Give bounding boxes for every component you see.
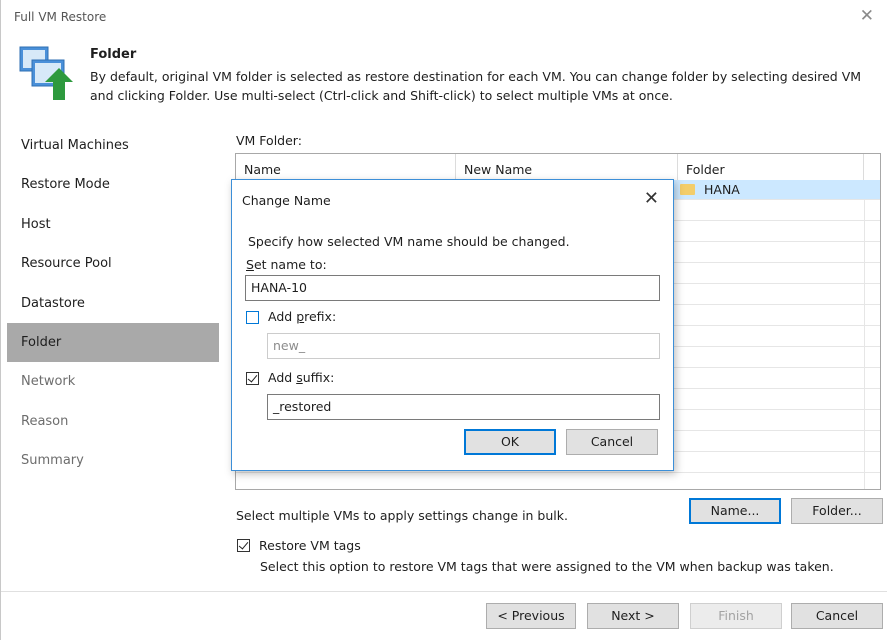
full-vm-restore-window: Full VM Restore ✕ Folder By default, ori… <box>0 0 887 640</box>
previous-button[interactable]: < Previous <box>486 603 576 629</box>
column-header-name[interactable]: Name <box>236 154 456 180</box>
add-suffix-checkbox[interactable] <box>246 372 259 385</box>
suffix-input[interactable]: _restored <box>267 394 660 420</box>
checkmark-icon <box>247 372 258 383</box>
nav-item-restore-mode[interactable]: Restore Mode <box>7 165 219 204</box>
nav-item-summary: Summary <box>21 453 84 469</box>
add-prefix-checkbox[interactable] <box>246 311 259 324</box>
add-prefix-label: Add prefix: <box>268 309 337 324</box>
nav-item-folder[interactable]: Folder <box>7 322 219 363</box>
change-name-dialog: Change Name ✕ Specify how selected VM na… <box>231 179 674 471</box>
dialog-instruction: Specify how selected VM name should be c… <box>248 234 570 249</box>
folder-button[interactable]: Folder... <box>791 498 883 524</box>
vm-folder-label: VM Folder: <box>236 133 302 148</box>
cancel-button[interactable]: Cancel <box>791 603 883 629</box>
nav-item-datastore[interactable]: Datastore <box>7 284 219 323</box>
add-suffix-label: Add suffix: <box>268 370 335 385</box>
prefix-input: new_ <box>267 333 660 359</box>
footer-divider <box>1 591 887 592</box>
close-icon[interactable]: ✕ <box>644 188 659 209</box>
next-button[interactable]: Next > <box>587 603 679 629</box>
restore-tags-checkbox[interactable] <box>237 539 250 552</box>
nav-item-resource-pool[interactable]: Resource Pool <box>7 244 219 283</box>
table-row <box>236 468 880 488</box>
bulk-hint: Select multiple VMs to apply settings ch… <box>236 508 568 523</box>
folder-restore-icon <box>19 46 73 100</box>
ok-button[interactable]: OK <box>464 429 556 455</box>
wizard-nav: Virtual Machines Restore Mode Host Resou… <box>7 126 219 481</box>
name-button[interactable]: Name... <box>689 498 781 524</box>
set-name-input[interactable]: HANA-10 <box>245 275 660 301</box>
page-title: Folder <box>90 47 137 62</box>
nav-item-network: Network <box>21 374 76 390</box>
nav-item-virtual-machines[interactable]: Virtual Machines <box>7 126 219 165</box>
nav-item-host[interactable]: Host <box>7 205 219 244</box>
set-name-label: Set name to: <box>246 257 327 272</box>
nav-item-reason: Reason <box>21 413 69 429</box>
table-header: Name New Name Folder <box>236 154 880 180</box>
close-icon[interactable]: ✕ <box>860 8 874 25</box>
folder-icon <box>680 184 695 195</box>
column-header-new-name[interactable]: New Name <box>456 154 678 180</box>
row-folder-label: HANA <box>704 182 740 197</box>
restore-tags-label: Restore VM tags <box>259 538 361 553</box>
checkmark-icon <box>238 539 249 550</box>
row-folder: HANA <box>678 180 864 200</box>
finish-button: Finish <box>690 603 782 629</box>
dialog-cancel-button[interactable]: Cancel <box>566 429 658 455</box>
dialog-title: Change Name <box>242 193 331 208</box>
title-bar: Full VM Restore ✕ <box>1 0 887 34</box>
column-header-folder[interactable]: Folder <box>678 154 864 180</box>
window-title: Full VM Restore <box>14 10 107 24</box>
page-description: By default, original VM folder is select… <box>90 69 862 103</box>
restore-tags-description: Select this option to restore VM tags th… <box>260 559 834 574</box>
